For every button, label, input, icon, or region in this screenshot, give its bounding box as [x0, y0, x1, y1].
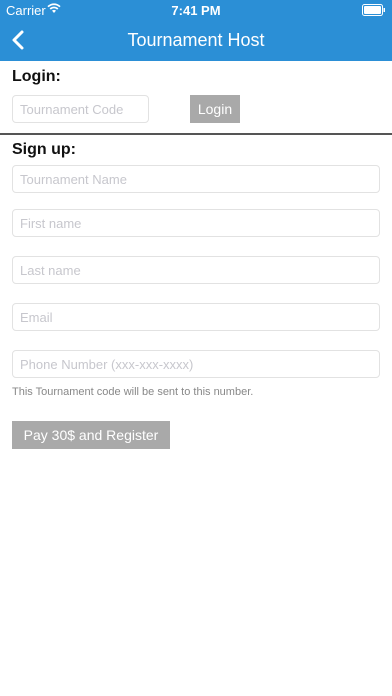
signup-heading: Sign up: — [12, 141, 76, 158]
status-time: 7:41 PM — [171, 3, 221, 18]
phone-number-input[interactable] — [12, 350, 380, 378]
first-name-input[interactable] — [12, 209, 380, 237]
phone-hint-text: This Tournament code will be sent to thi… — [12, 386, 254, 398]
top-bar: Carrier 7:41 PM Tournament Host — [0, 0, 392, 61]
nav-bar: Tournament Host — [0, 20, 392, 61]
login-button[interactable]: Login — [190, 95, 240, 123]
tournament-code-input[interactable] — [12, 95, 149, 123]
battery-icon — [362, 4, 386, 16]
status-bar: Carrier 7:41 PM — [0, 0, 392, 20]
page-title: Tournament Host — [127, 30, 265, 50]
section-divider — [0, 133, 392, 135]
tournament-name-input[interactable] — [12, 165, 380, 193]
login-heading: Login: — [12, 68, 61, 85]
email-input[interactable] — [12, 303, 380, 331]
pay-and-register-button[interactable]: Pay 30$ and Register — [12, 421, 170, 449]
last-name-input[interactable] — [12, 256, 380, 284]
